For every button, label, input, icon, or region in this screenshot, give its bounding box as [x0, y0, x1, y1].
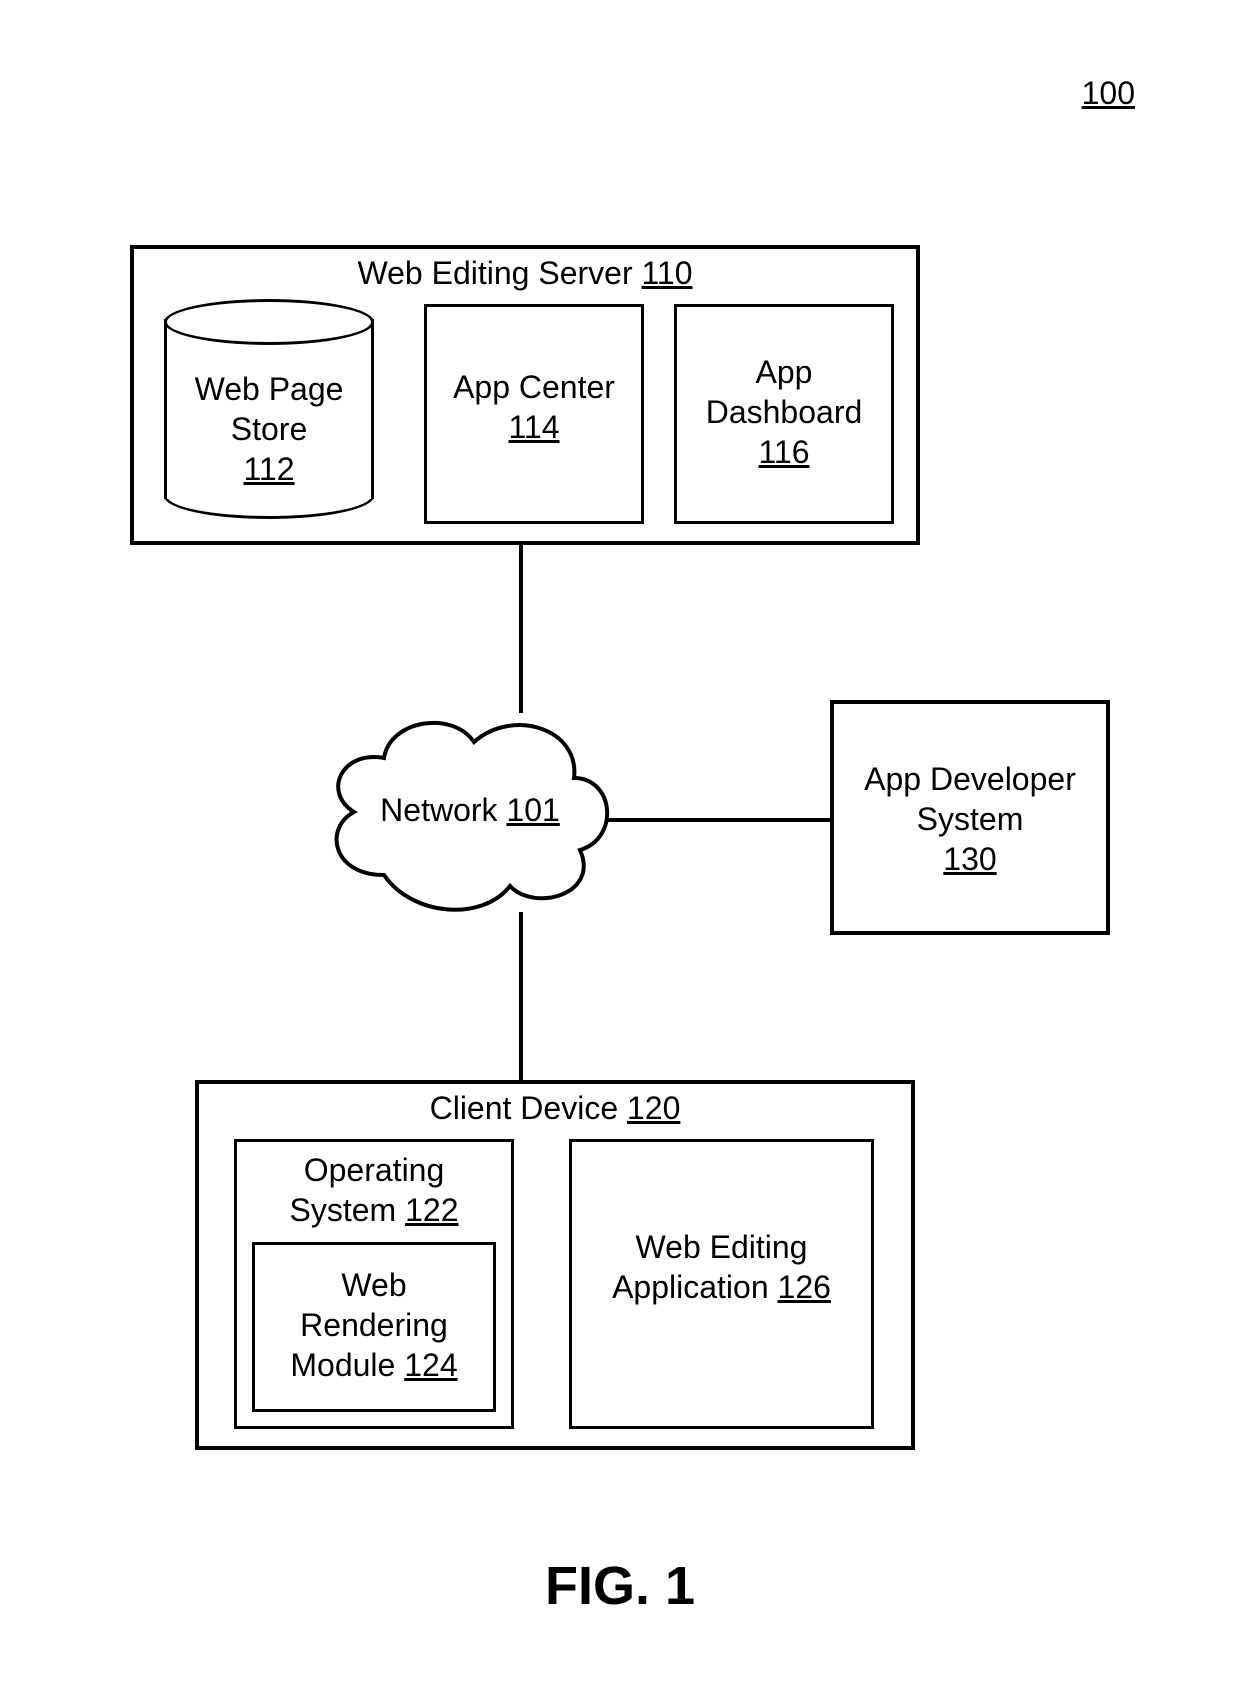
connector-network-appdev — [605, 818, 830, 822]
operating-system-box: Operating System 122 Web Rendering Modul… — [234, 1139, 514, 1429]
server-title-label: Web Editing Server — [358, 255, 633, 291]
server-box: Web Editing Server 110 Web Page Store 11… — [130, 245, 920, 545]
web-page-store-cylinder: Web Page Store 112 — [164, 299, 374, 519]
web-rendering-module-label: Web Rendering Module 124 — [255, 1265, 493, 1385]
server-title: Web Editing Server 110 — [134, 253, 916, 293]
connector-network-client — [519, 912, 523, 1080]
figure-number: 100 — [1082, 75, 1135, 112]
web-editing-application-label: Web Editing Application 126 — [572, 1227, 871, 1307]
app-developer-box: App Developer System 130 — [830, 700, 1110, 935]
web-rendering-module-box: Web Rendering Module 124 — [252, 1242, 496, 1412]
app-dashboard-label: App Dashboard 116 — [677, 352, 891, 472]
network-label: Network 101 — [355, 792, 585, 829]
figure-caption: FIG. 1 — [0, 1555, 1240, 1617]
server-title-ref: 110 — [641, 255, 692, 291]
app-developer-label: App Developer System 130 — [834, 759, 1106, 879]
web-editing-application-box: Web Editing Application 126 — [569, 1139, 874, 1429]
app-dashboard-box: App Dashboard 116 — [674, 304, 894, 524]
connector-server-network — [519, 545, 523, 713]
web-page-store-label: Web Page Store 112 — [164, 369, 374, 489]
diagram-canvas: 100 Web Editing Server 110 Web Page Stor… — [0, 0, 1240, 1703]
client-title: Client Device 120 — [199, 1088, 911, 1128]
app-center-box: App Center 114 — [424, 304, 644, 524]
operating-system-label: Operating System 122 — [237, 1150, 511, 1230]
app-center-label: App Center 114 — [427, 367, 641, 447]
client-device-box: Client Device 120 Operating System 122 W… — [195, 1080, 915, 1450]
